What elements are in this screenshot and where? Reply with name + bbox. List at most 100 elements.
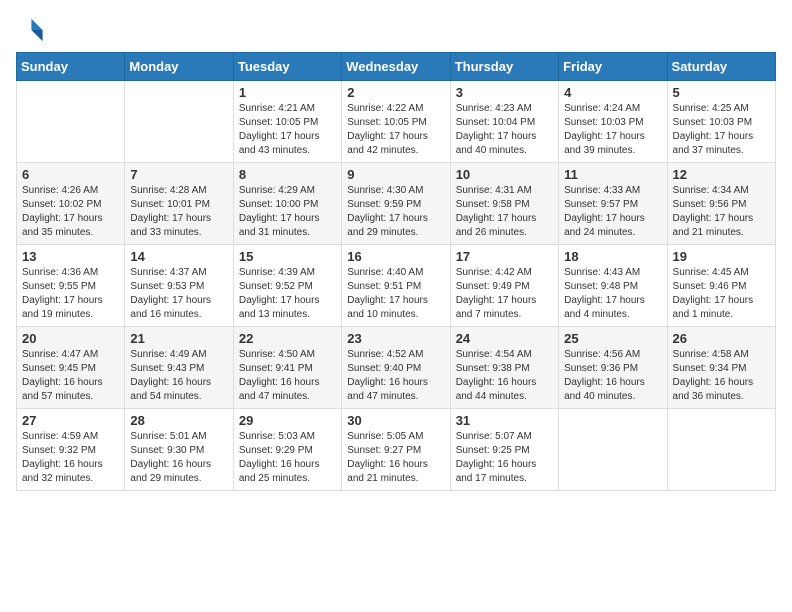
calendar-cell: 15 Sunrise: 4:39 AM Sunset: 9:52 PM Dayli… bbox=[233, 245, 341, 327]
logo-icon bbox=[16, 16, 44, 44]
day-number: 11 bbox=[564, 167, 661, 182]
calendar-cell: 5Sunrise: 4:25 AM Sunset: 10:03 PM Dayli… bbox=[667, 81, 775, 163]
day-info: Sunrise: 4:40 AM Sunset: 9:51 PM Dayligh… bbox=[347, 266, 444, 322]
day-number: 19 bbox=[673, 249, 770, 264]
day-info: Sunrise: 4:45 AM Sunset: 9:46 PM Dayligh… bbox=[673, 266, 770, 322]
day-info: Sunrise: 4:39 AM Sunset: 9:52 PM Dayligh… bbox=[239, 266, 336, 322]
calendar-cell: 1 Sunrise: 4:21 AM Sunset: 10:05 PM Dayli… bbox=[233, 81, 341, 163]
day-number: 10 bbox=[456, 167, 553, 182]
logo bbox=[16, 16, 48, 44]
day-number: 31 bbox=[456, 413, 553, 428]
calendar-cell: 6 Sunrise: 4:26 AM Sunset: 10:02 PM Dayli… bbox=[17, 163, 125, 245]
day-number: 2 bbox=[347, 85, 444, 100]
day-info: Sunrise: 4:52 AM Sunset: 9:40 PM Dayligh… bbox=[347, 348, 444, 404]
calendar-cell: 17Sunrise: 4:42 AM Sunset: 9:49 PM Dayli… bbox=[450, 245, 558, 327]
day-info: Sunrise: 4:47 AM Sunset: 9:45 PM Dayligh… bbox=[22, 348, 119, 404]
day-number: 20 bbox=[22, 331, 119, 346]
day-info: Sunrise: 4:26 AM Sunset: 10:02 PM Daylig… bbox=[22, 184, 119, 240]
calendar-cell: 3Sunrise: 4:23 AM Sunset: 10:04 PM Dayli… bbox=[450, 81, 558, 163]
weekday-header: Monday bbox=[125, 53, 233, 81]
weekday-header: Saturday bbox=[667, 53, 775, 81]
calendar-cell: 11 Sunrise: 4:33 AM Sunset: 9:57 PM Dayli… bbox=[559, 163, 667, 245]
day-number: 18 bbox=[564, 249, 661, 264]
day-number: 21 bbox=[130, 331, 227, 346]
day-info: Sunrise: 4:37 AM Sunset: 9:53 PM Dayligh… bbox=[130, 266, 227, 322]
day-number: 26 bbox=[673, 331, 770, 346]
calendar-cell bbox=[125, 81, 233, 163]
day-info: Sunrise: 4:50 AM Sunset: 9:41 PM Dayligh… bbox=[239, 348, 336, 404]
calendar-cell: 28Sunrise: 5:01 AM Sunset: 9:30 PM Dayli… bbox=[125, 409, 233, 491]
day-info: Sunrise: 4:29 AM Sunset: 10:00 PM Daylig… bbox=[239, 184, 336, 240]
day-info: Sunrise: 4:56 AM Sunset: 9:36 PM Dayligh… bbox=[564, 348, 661, 404]
day-number: 13 bbox=[22, 249, 119, 264]
calendar-cell: 26 Sunrise: 4:58 AM Sunset: 9:34 PM Dayli… bbox=[667, 327, 775, 409]
day-info: Sunrise: 4:36 AM Sunset: 9:55 PM Dayligh… bbox=[22, 266, 119, 322]
day-info: Sunrise: 4:22 AM Sunset: 10:05 PM Daylig… bbox=[347, 102, 444, 158]
calendar-cell: 31 Sunrise: 5:07 AM Sunset: 9:25 PM Dayli… bbox=[450, 409, 558, 491]
day-number: 1 bbox=[239, 85, 336, 100]
day-info: Sunrise: 5:05 AM Sunset: 9:27 PM Dayligh… bbox=[347, 430, 444, 486]
day-info: Sunrise: 5:03 AM Sunset: 9:29 PM Dayligh… bbox=[239, 430, 336, 486]
calendar-cell: 8 Sunrise: 4:29 AM Sunset: 10:00 PM Dayli… bbox=[233, 163, 341, 245]
calendar-cell bbox=[667, 409, 775, 491]
day-number: 22 bbox=[239, 331, 336, 346]
day-number: 15 bbox=[239, 249, 336, 264]
calendar-cell: 21Sunrise: 4:49 AM Sunset: 9:43 PM Dayli… bbox=[125, 327, 233, 409]
weekday-header-row: SundayMondayTuesdayWednesdayThursdayFrid… bbox=[17, 53, 776, 81]
day-number: 14 bbox=[130, 249, 227, 264]
calendar-cell bbox=[17, 81, 125, 163]
calendar-week-row: 6 Sunrise: 4:26 AM Sunset: 10:02 PM Dayli… bbox=[17, 163, 776, 245]
calendar-cell: 19 Sunrise: 4:45 AM Sunset: 9:46 PM Dayli… bbox=[667, 245, 775, 327]
day-number: 29 bbox=[239, 413, 336, 428]
calendar-cell: 9 Sunrise: 4:30 AM Sunset: 9:59 PM Daylig… bbox=[342, 163, 450, 245]
calendar-cell: 23 Sunrise: 4:52 AM Sunset: 9:40 PM Dayli… bbox=[342, 327, 450, 409]
calendar-cell: 12Sunrise: 4:34 AM Sunset: 9:56 PM Dayli… bbox=[667, 163, 775, 245]
calendar-cell: 20 Sunrise: 4:47 AM Sunset: 9:45 PM Dayli… bbox=[17, 327, 125, 409]
weekday-header: Thursday bbox=[450, 53, 558, 81]
day-info: Sunrise: 4:31 AM Sunset: 9:58 PM Dayligh… bbox=[456, 184, 553, 240]
calendar-cell bbox=[559, 409, 667, 491]
weekday-header: Wednesday bbox=[342, 53, 450, 81]
calendar-cell: 24 Sunrise: 4:54 AM Sunset: 9:38 PM Dayli… bbox=[450, 327, 558, 409]
calendar-cell: 16 Sunrise: 4:40 AM Sunset: 9:51 PM Dayli… bbox=[342, 245, 450, 327]
calendar-cell: 18 Sunrise: 4:43 AM Sunset: 9:48 PM Dayli… bbox=[559, 245, 667, 327]
day-number: 16 bbox=[347, 249, 444, 264]
calendar-week-row: 13 Sunrise: 4:36 AM Sunset: 9:55 PM Dayli… bbox=[17, 245, 776, 327]
weekday-header: Tuesday bbox=[233, 53, 341, 81]
weekday-header: Friday bbox=[559, 53, 667, 81]
day-number: 6 bbox=[22, 167, 119, 182]
day-number: 24 bbox=[456, 331, 553, 346]
calendar-cell: 4Sunrise: 4:24 AM Sunset: 10:03 PM Dayli… bbox=[559, 81, 667, 163]
day-info: Sunrise: 4:43 AM Sunset: 9:48 PM Dayligh… bbox=[564, 266, 661, 322]
page-header bbox=[16, 16, 776, 44]
calendar-cell: 30 Sunrise: 5:05 AM Sunset: 9:27 PM Dayli… bbox=[342, 409, 450, 491]
calendar-cell: 14 Sunrise: 4:37 AM Sunset: 9:53 PM Dayli… bbox=[125, 245, 233, 327]
day-number: 4 bbox=[564, 85, 661, 100]
weekday-header: Sunday bbox=[17, 53, 125, 81]
day-info: Sunrise: 4:33 AM Sunset: 9:57 PM Dayligh… bbox=[564, 184, 661, 240]
day-info: Sunrise: 4:42 AM Sunset: 9:49 PM Dayligh… bbox=[456, 266, 553, 322]
day-info: Sunrise: 4:28 AM Sunset: 10:01 PM Daylig… bbox=[130, 184, 227, 240]
day-number: 9 bbox=[347, 167, 444, 182]
day-number: 8 bbox=[239, 167, 336, 182]
calendar-week-row: 20 Sunrise: 4:47 AM Sunset: 9:45 PM Dayli… bbox=[17, 327, 776, 409]
calendar-cell: 27 Sunrise: 4:59 AM Sunset: 9:32 PM Dayli… bbox=[17, 409, 125, 491]
calendar-week-row: 27 Sunrise: 4:59 AM Sunset: 9:32 PM Dayli… bbox=[17, 409, 776, 491]
day-info: Sunrise: 4:54 AM Sunset: 9:38 PM Dayligh… bbox=[456, 348, 553, 404]
day-info: Sunrise: 5:07 AM Sunset: 9:25 PM Dayligh… bbox=[456, 430, 553, 486]
day-info: Sunrise: 4:59 AM Sunset: 9:32 PM Dayligh… bbox=[22, 430, 119, 486]
day-number: 27 bbox=[22, 413, 119, 428]
day-info: Sunrise: 4:30 AM Sunset: 9:59 PM Dayligh… bbox=[347, 184, 444, 240]
calendar: SundayMondayTuesdayWednesdayThursdayFrid… bbox=[16, 52, 776, 491]
day-number: 23 bbox=[347, 331, 444, 346]
calendar-week-row: 1 Sunrise: 4:21 AM Sunset: 10:05 PM Dayli… bbox=[17, 81, 776, 163]
day-info: Sunrise: 4:21 AM Sunset: 10:05 PM Daylig… bbox=[239, 102, 336, 158]
day-info: Sunrise: 4:23 AM Sunset: 10:04 PM Daylig… bbox=[456, 102, 553, 158]
day-info: Sunrise: 4:58 AM Sunset: 9:34 PM Dayligh… bbox=[673, 348, 770, 404]
day-number: 30 bbox=[347, 413, 444, 428]
day-number: 7 bbox=[130, 167, 227, 182]
calendar-cell: 22 Sunrise: 4:50 AM Sunset: 9:41 PM Dayli… bbox=[233, 327, 341, 409]
calendar-cell: 7 Sunrise: 4:28 AM Sunset: 10:01 PM Dayli… bbox=[125, 163, 233, 245]
day-number: 12 bbox=[673, 167, 770, 182]
calendar-cell: 29 Sunrise: 5:03 AM Sunset: 9:29 PM Dayli… bbox=[233, 409, 341, 491]
